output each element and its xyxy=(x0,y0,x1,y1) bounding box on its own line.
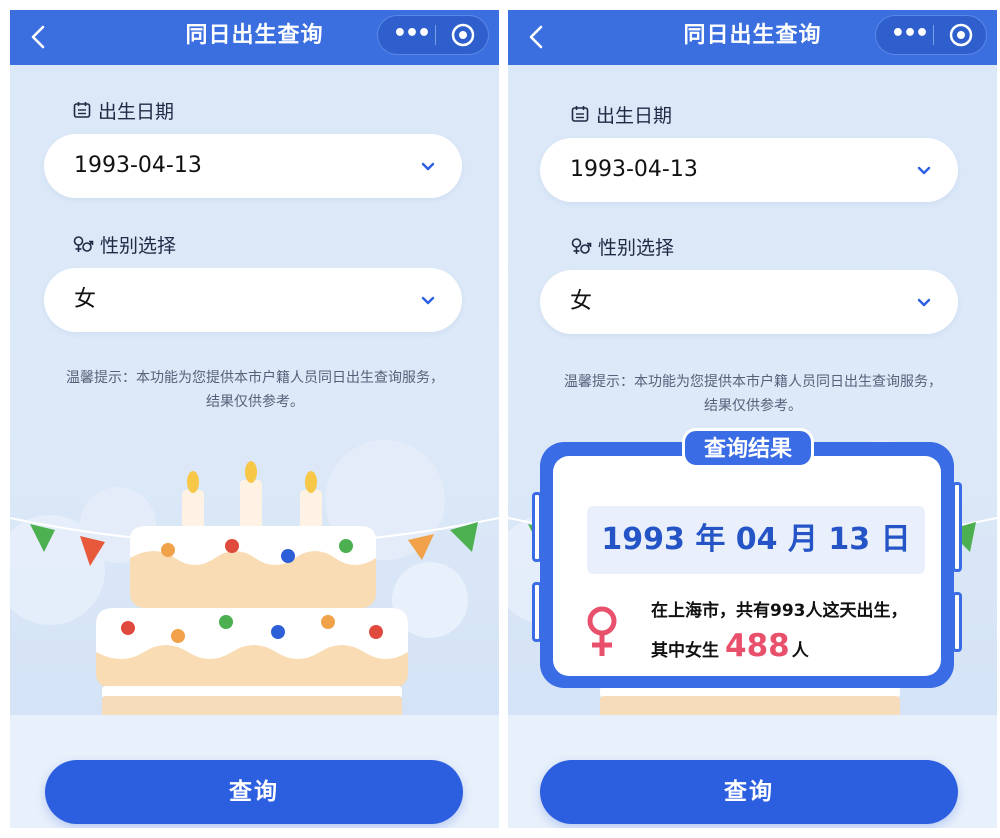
capsule-divider xyxy=(933,25,934,45)
gender-label-row: 性别选择 xyxy=(72,230,176,258)
result-female-prefix: 其中女生 xyxy=(651,641,719,661)
tip-text: 温馨提示：本功能为您提供本市户籍人员同日出生查询服务，结果仅供参考。 xyxy=(66,370,444,410)
birth-date-select[interactable]: 1993-04-13 xyxy=(540,138,958,202)
gender-select[interactable]: 女 xyxy=(44,268,462,332)
gender-label: 性别选择 xyxy=(100,234,177,257)
result-female-suffix: 人 xyxy=(791,641,809,661)
mini-program-capsule: ••• xyxy=(875,15,987,55)
gender-icon xyxy=(571,238,592,254)
gender-select[interactable]: 女 xyxy=(540,270,958,334)
result-female-text: 其中女生 488 人 xyxy=(651,628,809,664)
capsule-divider xyxy=(435,25,436,45)
result-tag: 查询结果 xyxy=(682,428,814,468)
birth-date-label: 出生日期 xyxy=(596,104,673,127)
birth-date-label-row: 出生日期 xyxy=(570,100,672,128)
navbar: 同日出生查询 ••• xyxy=(10,10,499,65)
gender-icon xyxy=(73,236,94,252)
result-card-body: 1993 年 04 月 13 日 在上海市，共有993人这天出生， 其中女生 4… xyxy=(553,456,941,676)
close-capsule-icon[interactable] xyxy=(942,16,980,54)
mini-program-capsule: ••• xyxy=(377,15,489,55)
gender-value: 女 xyxy=(74,287,97,312)
more-icon[interactable]: ••• xyxy=(388,16,434,54)
birth-date-value: 1993-04-13 xyxy=(74,153,202,178)
query-screen: 同日出生查询 ••• 出生日期 1993-04-13 性别选择 女 温馨提示：本… xyxy=(10,10,499,828)
result-date: 1993 年 04 月 13 日 xyxy=(587,506,925,574)
birthday-cake-illustration xyxy=(10,440,499,715)
query-button[interactable]: 查询 xyxy=(540,760,958,824)
chevron-down-icon xyxy=(917,166,931,175)
result-card: 1993 年 04 月 13 日 在上海市，共有993人这天出生， 其中女生 4… xyxy=(532,428,962,688)
female-icon xyxy=(587,606,617,656)
tip-text: 温馨提示：本功能为您提供本市户籍人员同日出生查询服务，结果仅供参考。 xyxy=(564,374,942,414)
result-female-count: 488 xyxy=(725,628,790,664)
calendar-icon xyxy=(73,102,91,118)
gender-label-row: 性别选择 xyxy=(570,232,674,260)
gender-value: 女 xyxy=(570,289,593,314)
birth-date-value: 1993-04-13 xyxy=(570,157,698,182)
result-total-text: 在上海市，共有993人这天出生， xyxy=(651,601,908,621)
chevron-down-icon xyxy=(917,298,931,307)
query-button[interactable]: 查询 xyxy=(45,760,463,824)
navbar: 同日出生查询 ••• xyxy=(508,10,997,65)
calendar-icon xyxy=(571,106,589,122)
gender-label: 性别选择 xyxy=(598,236,675,259)
birth-date-select[interactable]: 1993-04-13 xyxy=(44,134,462,198)
chevron-down-icon xyxy=(421,162,435,171)
result-screen: 同日出生查询 ••• 出生日期 1993-04-13 性别选择 女 温馨提示：本… xyxy=(508,10,997,828)
chevron-down-icon xyxy=(421,296,435,305)
birth-date-label-row: 出生日期 xyxy=(72,96,174,124)
birth-date-label: 出生日期 xyxy=(98,100,175,123)
more-icon[interactable]: ••• xyxy=(886,16,932,54)
close-capsule-icon[interactable] xyxy=(444,16,482,54)
